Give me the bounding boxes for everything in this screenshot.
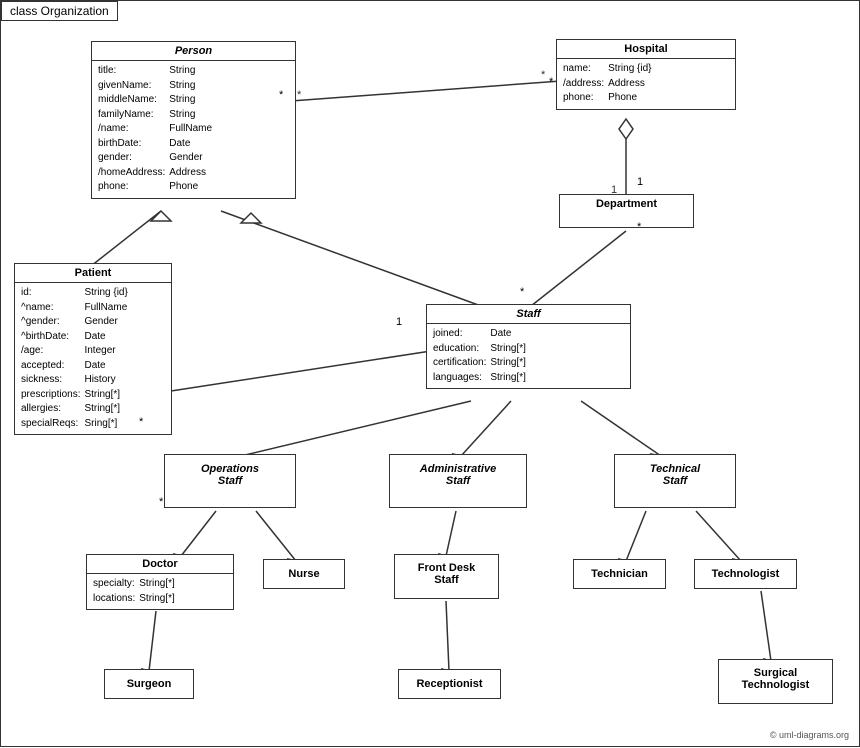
multiplicity-hospital-left: * (549, 76, 553, 88)
department-title: Department (560, 195, 693, 213)
svg-text:*: * (541, 69, 546, 81)
front-desk-box: Front DeskStaff (394, 554, 499, 599)
person-attrs: title:String givenName:String middleName… (92, 61, 295, 198)
technical-staff-box: TechnicalStaff (614, 454, 736, 508)
multiplicity-person-hospital: * (279, 89, 283, 101)
admin-staff-box: AdministrativeStaff (389, 454, 527, 508)
front-desk-title: Front DeskStaff (395, 555, 498, 589)
staff-box: Staff joined:Date education:String[*] ce… (426, 304, 631, 389)
technician-box: Technician (573, 559, 666, 589)
multiplicity-1: 1 (637, 176, 643, 188)
doctor-box: Doctor specialty:String[*] locations:Str… (86, 554, 234, 610)
technologist-title: Technologist (695, 560, 796, 583)
surgical-tech-title: SurgicalTechnologist (719, 660, 832, 694)
person-title: Person (92, 42, 295, 61)
receptionist-title: Receptionist (399, 670, 500, 693)
person-box: Person title:String givenName:String mid… (91, 41, 296, 199)
operations-staff-box: OperationsStaff (164, 454, 296, 508)
nurse-title: Nurse (264, 560, 344, 583)
staff-title: Staff (427, 305, 630, 324)
svg-text:*: * (297, 89, 302, 101)
surgeon-title: Surgeon (105, 670, 193, 693)
patient-title: Patient (15, 264, 171, 283)
staff-attrs: joined:Date education:String[*] certific… (427, 324, 630, 388)
multiplicity-ops-star: * (159, 496, 163, 508)
department-box: Department (559, 194, 694, 228)
multiplicity-patient-star: * (139, 416, 143, 428)
operations-staff-title: OperationsStaff (165, 455, 295, 490)
technical-staff-title: TechnicalStaff (615, 455, 735, 490)
doctor-title: Doctor (87, 555, 233, 574)
diagram-container: class Organization * * 1 * * (0, 0, 860, 747)
admin-staff-title: AdministrativeStaff (390, 455, 526, 490)
multiplicity-star-staff: * (520, 286, 524, 298)
patient-attrs: id:String {id} ^name:FullName ^gender:Ge… (15, 283, 171, 434)
copyright: © uml-diagrams.org (770, 730, 849, 740)
diagram-title: class Organization (1, 1, 118, 21)
multiplicity-1-dept-staff: 1 (396, 316, 402, 328)
hospital-box: Hospital name:String {id} /address:Addre… (556, 39, 736, 110)
receptionist-box: Receptionist (398, 669, 501, 699)
hospital-title: Hospital (557, 40, 735, 59)
technologist-box: Technologist (694, 559, 797, 589)
doctor-attrs: specialty:String[*] locations:String[*] (87, 574, 233, 609)
hospital-attrs: name:String {id} /address:Address phone:… (557, 59, 735, 109)
surgical-tech-box: SurgicalTechnologist (718, 659, 833, 704)
multiplicity-star-dept: * (637, 221, 641, 233)
nurse-box: Nurse (263, 559, 345, 589)
surgeon-box: Surgeon (104, 669, 194, 699)
technician-title: Technician (574, 560, 665, 583)
patient-box: Patient id:String {id} ^name:FullName ^g… (14, 263, 172, 435)
